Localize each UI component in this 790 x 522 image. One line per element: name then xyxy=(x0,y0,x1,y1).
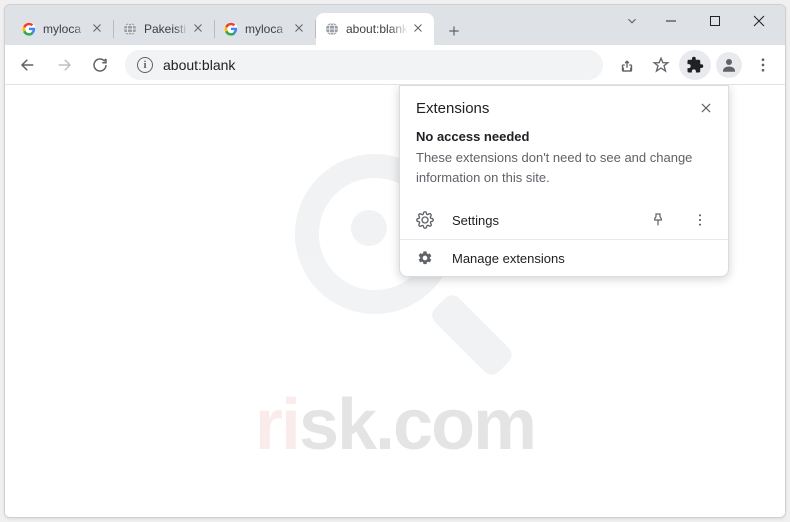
more-icon[interactable] xyxy=(688,212,712,228)
back-button[interactable] xyxy=(11,50,45,80)
tab[interactable]: myloca xyxy=(215,13,315,45)
window-controls xyxy=(615,5,785,37)
share-icon[interactable] xyxy=(611,50,643,80)
titlebar: myloca Pakeisti myloca xyxy=(5,5,785,45)
bookmark-icon[interactable] xyxy=(645,50,677,80)
avatar-icon xyxy=(716,52,742,78)
tab-search-icon[interactable] xyxy=(615,14,649,28)
tab-label: about:blank xyxy=(346,22,408,36)
forward-button[interactable] xyxy=(47,50,81,80)
tab[interactable]: myloca xyxy=(13,13,113,45)
manage-extensions-row[interactable]: Manage extensions xyxy=(400,240,728,276)
address-text: about:blank xyxy=(163,57,235,73)
profile-button[interactable] xyxy=(713,50,745,80)
pin-icon[interactable] xyxy=(646,212,670,228)
popup-title: Extensions xyxy=(416,100,712,117)
popup-close-button[interactable] xyxy=(694,96,718,120)
tab-strip: myloca Pakeisti myloca xyxy=(5,5,615,45)
google-favicon-icon xyxy=(21,21,37,37)
tab-label: Pakeisti xyxy=(144,22,188,36)
google-favicon-icon xyxy=(223,21,239,37)
tab-label: myloca xyxy=(245,22,289,36)
maximize-button[interactable] xyxy=(693,6,737,36)
row-label: Settings xyxy=(452,213,628,228)
globe-favicon-icon xyxy=(122,21,138,37)
minimize-button[interactable] xyxy=(649,6,693,36)
close-tab-icon[interactable] xyxy=(192,22,206,36)
globe-favicon-icon xyxy=(324,21,340,37)
tab[interactable]: Pakeisti xyxy=(114,13,214,45)
gear-solid-icon xyxy=(416,250,434,266)
browser-window: myloca Pakeisti myloca xyxy=(4,4,786,518)
menu-icon[interactable] xyxy=(747,50,779,80)
tab-active[interactable]: about:blank xyxy=(316,13,434,45)
toolbar: i about:blank xyxy=(5,45,785,85)
popup-subtitle: No access needed xyxy=(400,125,728,146)
popup-description: These extensions don't need to see and c… xyxy=(400,146,728,201)
close-tab-icon[interactable] xyxy=(293,22,307,36)
row-label: Manage extensions xyxy=(452,251,712,266)
page-content: risk.com Extensions No access needed The… xyxy=(5,85,785,517)
site-info-icon[interactable]: i xyxy=(137,57,153,73)
address-bar[interactable]: i about:blank xyxy=(125,50,603,80)
close-tab-icon[interactable] xyxy=(91,22,105,36)
close-tab-icon[interactable] xyxy=(412,22,426,36)
new-tab-button[interactable] xyxy=(440,17,468,45)
gear-icon xyxy=(416,211,434,229)
tab-label: myloca xyxy=(43,22,87,36)
extensions-icon[interactable] xyxy=(679,50,711,80)
extensions-popup: Extensions No access needed These extens… xyxy=(399,85,729,277)
close-window-button[interactable] xyxy=(737,6,781,36)
extension-settings-row[interactable]: Settings xyxy=(400,201,728,239)
reload-button[interactable] xyxy=(83,50,117,80)
